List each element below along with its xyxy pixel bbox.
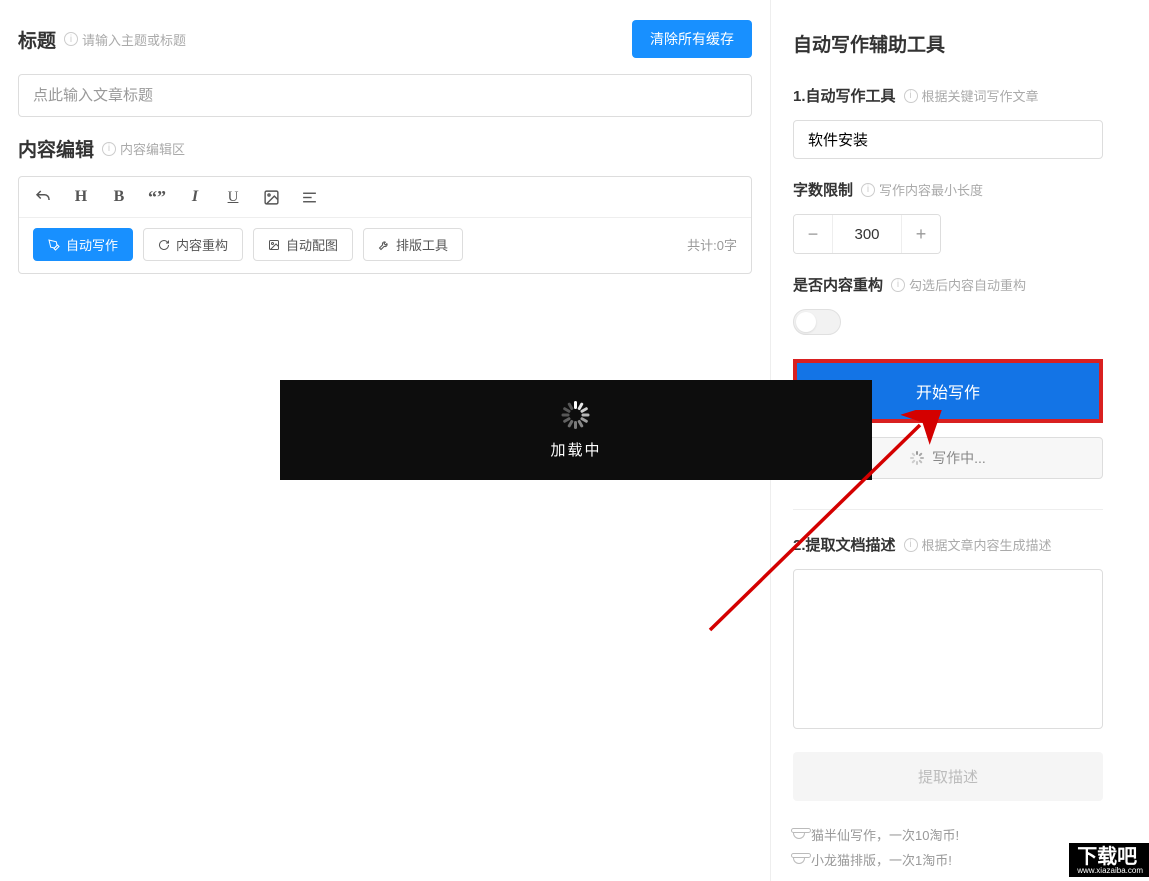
extract-description-button[interactable]: 提取描述 — [793, 752, 1103, 801]
layout-tool-button[interactable]: 排版工具 — [363, 228, 463, 261]
section1-label: 1.自动写作工具 — [793, 85, 896, 106]
info-icon: i — [904, 538, 918, 552]
undo-icon[interactable] — [33, 187, 53, 207]
note-line-2: 小龙猫排版，一次1淘币! — [793, 850, 1103, 869]
loading-text: 加载中 — [550, 439, 601, 460]
italic-icon[interactable]: I — [185, 187, 205, 207]
bold-icon[interactable]: B — [109, 187, 129, 207]
sidebar-title: 自动写作辅助工具 — [793, 30, 1103, 57]
word-limit-label: 字数限制 — [793, 179, 853, 200]
underline-icon[interactable]: U — [223, 187, 243, 207]
align-icon[interactable] — [299, 187, 319, 207]
pen-icon — [48, 239, 60, 251]
divider — [793, 509, 1103, 510]
refresh-icon — [158, 239, 170, 251]
description-textarea[interactable] — [793, 569, 1103, 729]
restructure-toggle[interactable] — [793, 309, 841, 335]
spinner-icon — [562, 401, 590, 429]
info-icon: i — [891, 278, 905, 292]
word-limit-value[interactable] — [832, 215, 902, 253]
auto-image-button[interactable]: 自动配图 — [253, 228, 353, 261]
editor-container: H B “” I U 自动写作 内容重构 — [18, 176, 752, 274]
increase-button[interactable]: + — [902, 215, 940, 253]
section2-label: 2.提取文档描述 — [793, 534, 896, 555]
loading-overlay: 加载中 — [280, 380, 872, 480]
clear-cache-button[interactable]: 清除所有缓存 — [632, 20, 752, 58]
section1-hint: i 根据关键词写作文章 — [904, 86, 1039, 105]
keyword-input[interactable] — [793, 120, 1103, 159]
content-label: 内容编辑 — [18, 135, 94, 162]
format-toolbar: H B “” I U — [19, 177, 751, 218]
info-icon: i — [861, 183, 875, 197]
quote-icon[interactable]: “” — [147, 187, 167, 207]
image-icon[interactable] — [261, 187, 281, 207]
heading-icon[interactable]: H — [71, 187, 91, 207]
word-limit-stepper: − + — [793, 214, 941, 254]
watermark: 下载吧 www.xiazaiba.com — [1069, 843, 1149, 877]
title-hint: i 请输入主题或标题 — [64, 30, 186, 49]
auto-write-button[interactable]: 自动写作 — [33, 228, 133, 261]
restructure-hint: i 勾选后内容自动重构 — [891, 275, 1026, 294]
title-label: 标题 — [18, 26, 56, 53]
word-counter: 共计:0字 — [687, 235, 737, 254]
tool-icon — [378, 239, 390, 251]
word-limit-hint: i 写作内容最小长度 — [861, 180, 983, 199]
restructure-button[interactable]: 内容重构 — [143, 228, 243, 261]
info-icon: i — [904, 89, 918, 103]
section2-hint: i 根据文章内容生成描述 — [904, 535, 1052, 554]
coin-icon — [793, 856, 805, 864]
decrease-button[interactable]: − — [794, 215, 832, 253]
coin-icon — [793, 831, 805, 839]
content-hint: i 内容编辑区 — [102, 139, 185, 158]
info-icon: i — [64, 32, 78, 46]
article-title-input[interactable] — [18, 74, 752, 117]
info-icon: i — [102, 142, 116, 156]
picture-icon — [268, 239, 280, 251]
note-line-1: 猫半仙写作，一次10淘币! — [793, 825, 1103, 844]
restructure-label: 是否内容重构 — [793, 274, 883, 295]
loading-icon — [910, 451, 924, 465]
